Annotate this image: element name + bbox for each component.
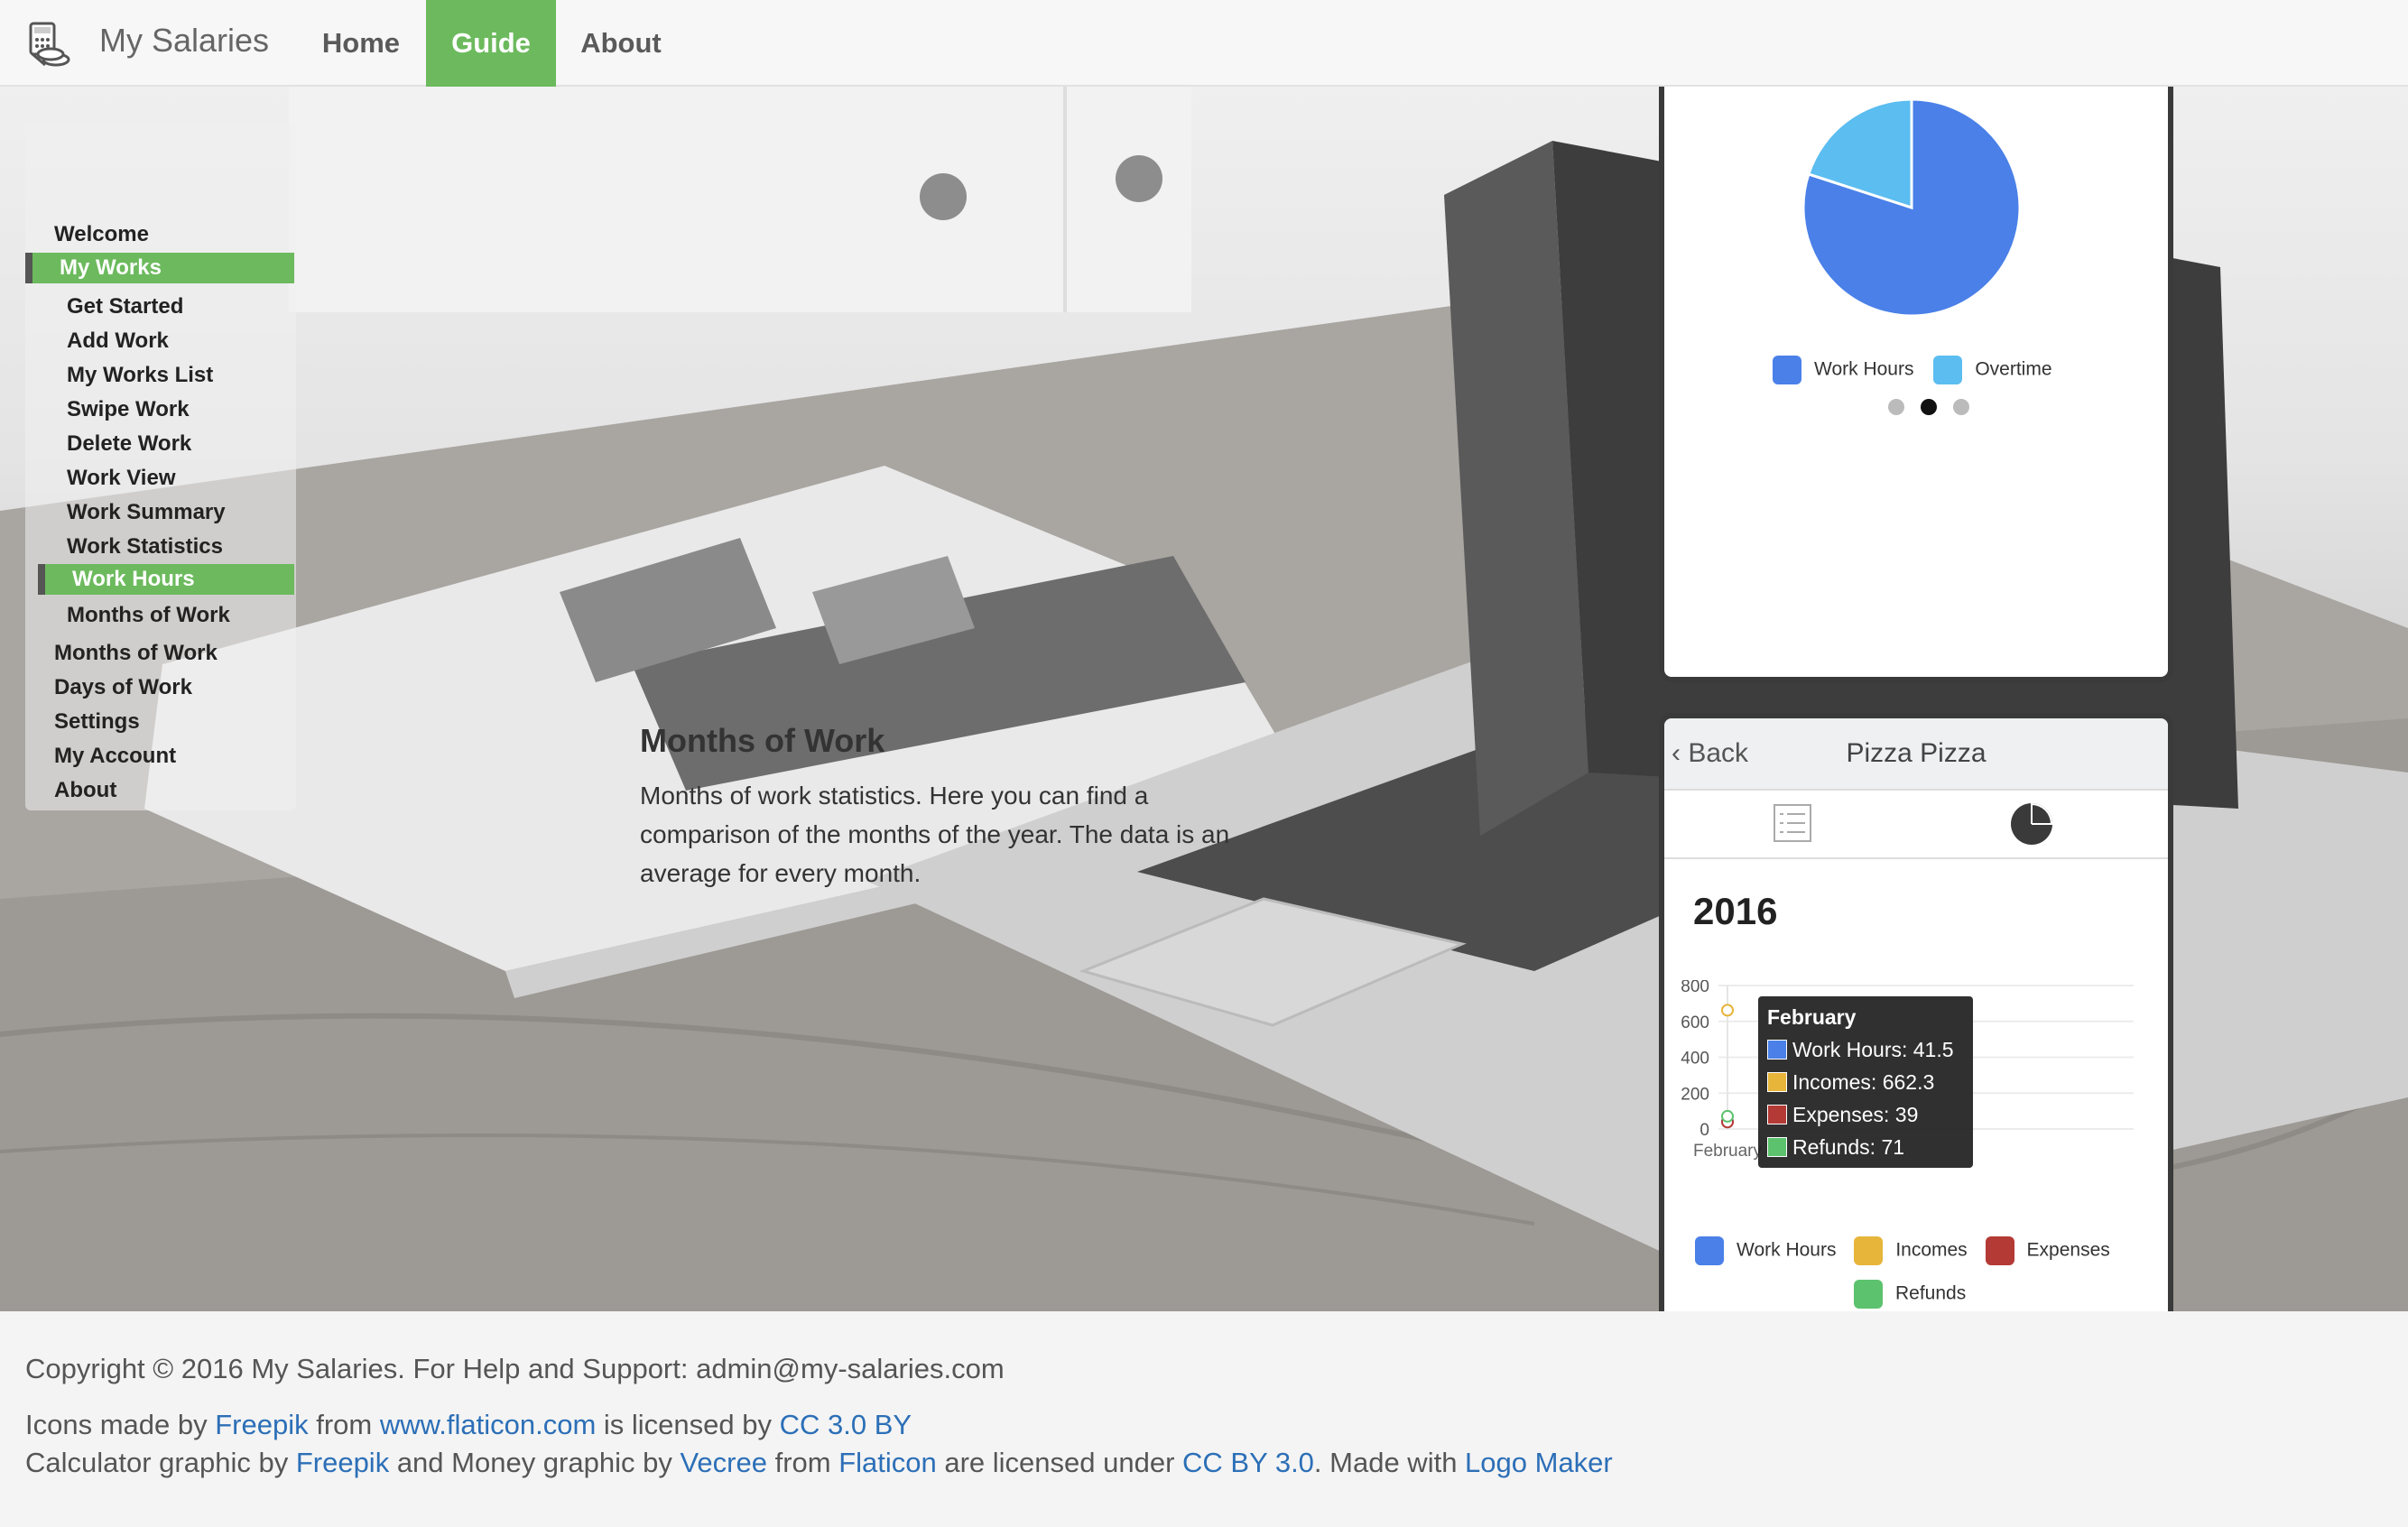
legend-label-work-hours: Work Hours: [1814, 358, 1914, 380]
sidebar-item-days-of-work[interactable]: Days of Work: [54, 675, 192, 700]
tooltip-row-work-hours: Work Hours: 41.5: [1767, 1038, 1954, 1062]
content-title: Months of Work: [640, 722, 885, 759]
sidebar-item-settings[interactable]: Settings: [54, 709, 140, 735]
nav-about-link[interactable]: About: [567, 0, 675, 87]
year-title: 2016: [1693, 890, 1778, 932]
sidebar-item-work-view[interactable]: Work View: [67, 466, 176, 491]
footer-text: are licensed under: [936, 1447, 1183, 1478]
legend-label-incomes: Incomes: [1895, 1239, 1968, 1261]
list-icon[interactable]: [1773, 803, 1812, 843]
footer-text: Icons made by: [25, 1409, 216, 1440]
tooltip-swatch: [1767, 1137, 1787, 1157]
sidebar-item-delete-work[interactable]: Delete Work: [67, 431, 191, 457]
logo-maker-link[interactable]: Logo Maker: [1465, 1447, 1613, 1478]
sidebar-item-my-account[interactable]: My Account: [54, 744, 176, 769]
sidebar-item-work-statistics[interactable]: Work Statistics: [67, 534, 223, 560]
tooltip-row-expenses: Expenses: 39: [1767, 1103, 1918, 1127]
footer-text: . Made with: [1313, 1447, 1466, 1478]
line-legend-row2: Refunds: [1854, 1280, 1966, 1309]
footer-graphics-credit: Calculator graphic by Freepik and Money …: [25, 1447, 1613, 1479]
tooltip-swatch: [1767, 1040, 1787, 1060]
y-tick-label: 0: [1699, 1121, 1709, 1140]
vecree-link[interactable]: Vecree: [680, 1447, 767, 1478]
x-tick-label: February: [1693, 1142, 1763, 1161]
cc-by-link[interactable]: CC BY 3.0: [1182, 1447, 1314, 1478]
cc-license-link[interactable]: CC 3.0 BY: [780, 1409, 912, 1440]
footer-text: from: [308, 1409, 380, 1440]
data-point-refunds[interactable]: [1721, 1109, 1734, 1123]
sidebar-item-get-started[interactable]: Get Started: [67, 294, 183, 319]
y-tick-label: 800: [1681, 980, 1709, 996]
legend-swatch-overtime: [1933, 356, 1963, 384]
page-dot[interactable]: [1953, 399, 1969, 415]
tooltip-row-incomes: Incomes: 662.3: [1767, 1070, 1934, 1095]
tooltip-title: February: [1767, 1005, 1857, 1029]
footer-icons-credit: Icons made by Freepik from www.flaticon.…: [25, 1409, 912, 1441]
sidebar-item-work-summary[interactable]: Work Summary: [67, 500, 226, 525]
top-navbar: My Salaries Home Guide About: [0, 0, 2408, 87]
freepik-link[interactable]: Freepik: [215, 1409, 308, 1440]
tooltip-swatch: [1767, 1072, 1787, 1092]
phone-tab-bar: [1664, 791, 2168, 859]
sidebar-item-add-work[interactable]: Add Work: [67, 329, 169, 354]
footer-text: Calculator graphic by: [25, 1447, 296, 1478]
pie-legend: Work Hours Overtime: [1773, 356, 2052, 384]
y-tick-label: 200: [1681, 1085, 1709, 1104]
sidebar-item-about[interactable]: About: [54, 778, 116, 803]
sidebar-item-welcome[interactable]: Welcome: [54, 222, 149, 247]
freepik-link-2[interactable]: Freepik: [296, 1447, 389, 1478]
page-dot[interactable]: [1888, 399, 1904, 415]
sidebar-item-my-works-list[interactable]: My Works List: [67, 363, 213, 388]
y-tick-label: 600: [1681, 1013, 1709, 1032]
legend-label-expenses: Expenses: [2026, 1239, 2110, 1261]
footer-text: from: [766, 1447, 839, 1478]
legend-swatch-expenses: [1985, 1236, 2014, 1265]
legend-swatch-refunds: [1854, 1280, 1883, 1309]
legend-label-work-hours: Work Hours: [1737, 1239, 1837, 1261]
footer-text: and Money graphic by: [389, 1447, 681, 1478]
flaticon-site-link[interactable]: www.flaticon.com: [380, 1409, 596, 1440]
page-dot-active[interactable]: [1921, 399, 1937, 415]
guide-content: Months of Work Months of work statistics…: [640, 722, 1236, 893]
legend-label-overtime: Overtime: [1975, 358, 2052, 380]
footer-copyright: Copyright © 2016 My Salaries. For Help a…: [25, 1353, 1005, 1384]
tooltip-swatch: [1767, 1105, 1787, 1124]
y-tick-label: 400: [1681, 1050, 1709, 1069]
tooltip-row-refunds: Refunds: 71: [1767, 1135, 1904, 1160]
line-legend-row1: Work Hours Incomes Expenses: [1695, 1236, 2110, 1265]
page-footer: Copyright © 2016 My Salaries. For Help a…: [0, 1311, 2408, 1527]
sidebar-item-work-hours[interactable]: Work Hours: [38, 564, 294, 595]
nav-guide-link[interactable]: Guide: [426, 0, 556, 87]
legend-label-refunds: Refunds: [1895, 1282, 1967, 1304]
legend-swatch-work-hours: [1773, 356, 1801, 384]
work-hours-pie-chart: [1801, 97, 2022, 318]
phone-nav-header: ‹ Back Pizza Pizza: [1664, 718, 2168, 791]
chart-tooltip: February Work Hours: 41.5 Incomes: 662.3…: [1758, 996, 1973, 1168]
sidebar-item-my-works[interactable]: My Works: [25, 253, 294, 283]
data-point-incomes[interactable]: [1721, 1004, 1734, 1017]
page-dots[interactable]: [1888, 399, 1969, 417]
nav-home-link[interactable]: Home: [307, 0, 415, 87]
sidebar-item-swipe-work[interactable]: Swipe Work: [67, 397, 190, 422]
sidebar-item-months-of-work-sub[interactable]: Months of Work: [67, 603, 230, 628]
money-calculator-icon[interactable]: [23, 18, 74, 70]
legend-swatch-work-hours: [1695, 1236, 1724, 1265]
footer-text: is licensed by: [596, 1409, 780, 1440]
pie-chart-icon[interactable]: [2009, 801, 2054, 847]
phone-screenshot-stats: ‹ Back Pizza Pizza 2016 800 600 400 200 0 Feb…: [1659, 713, 2173, 1311]
sidebar-item-months-of-work[interactable]: Months of Work: [54, 641, 218, 666]
guide-sidebar: Welcome My Works Get Started Add Work My…: [25, 123, 296, 810]
phone-title: Pizza Pizza: [1846, 738, 1987, 768]
content-description: Months of work statistics. Here you can …: [640, 782, 1230, 887]
legend-swatch-incomes: [1854, 1236, 1884, 1265]
phone-screenshot-pie: Work Hours Overtime: [1659, 87, 2173, 682]
brand-name[interactable]: My Salaries: [99, 22, 269, 60]
flaticon-link[interactable]: Flaticon: [838, 1447, 937, 1478]
